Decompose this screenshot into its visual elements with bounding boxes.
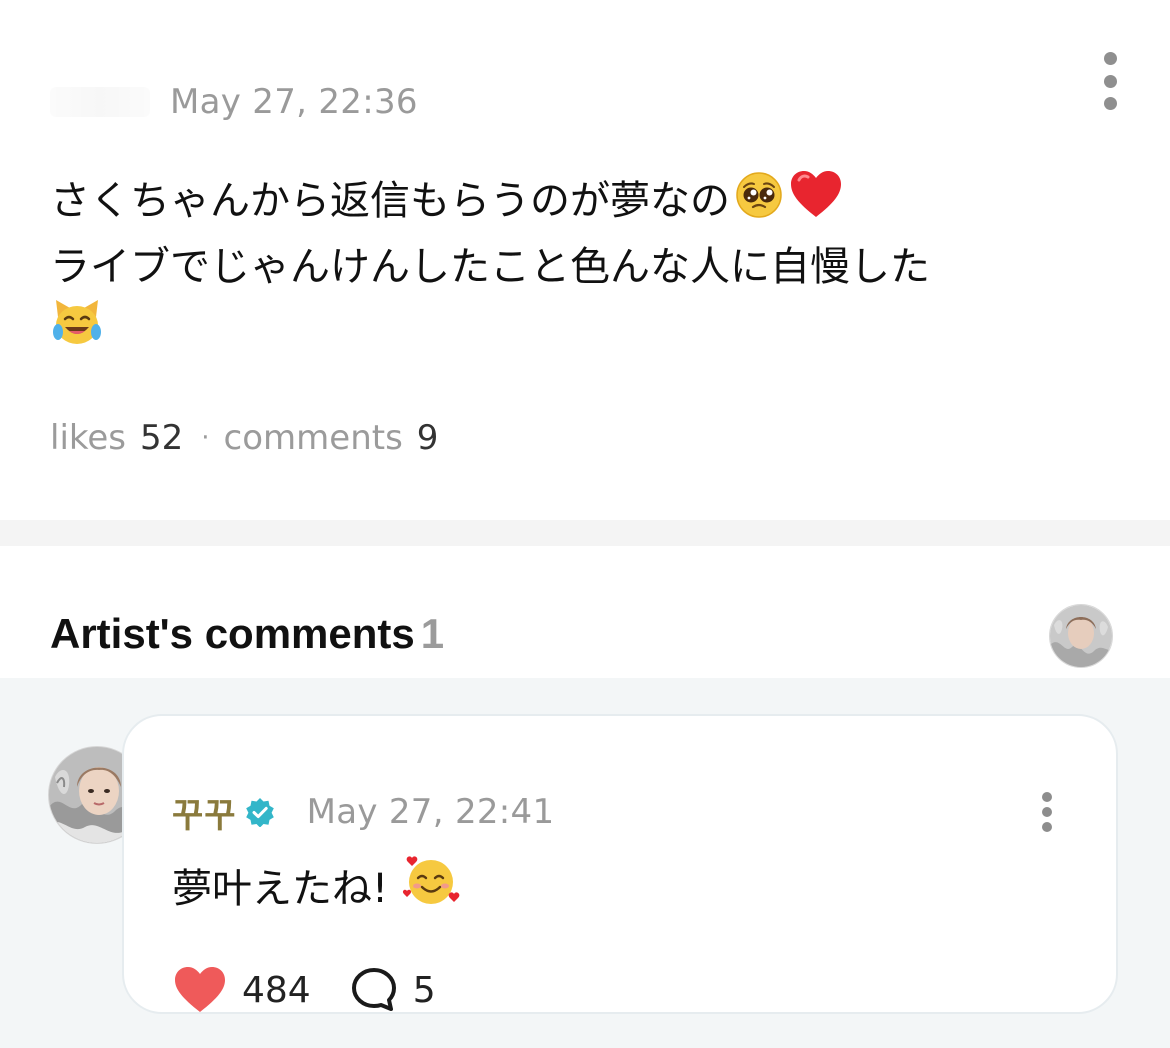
- post-line-1: さくちゃんから返信もらうのが夢なの: [50, 170, 1130, 237]
- dot-icon: [1103, 97, 1117, 110]
- post-detail-screen: May 27, 22:36 さくちゃんから返信もらうのが夢なの ライブでじゃんけ…: [0, 0, 1170, 1048]
- post-line-3: [50, 297, 1130, 364]
- comments-label: comments: [223, 418, 403, 458]
- reply-button[interactable]: 5: [349, 966, 436, 1014]
- dot-icon: [1103, 52, 1117, 65]
- artist-comment-card: 꾸꾸 May 27, 22:41 夢叶えたね! 484 5: [122, 714, 1118, 1014]
- post-date: May 27, 22:36: [170, 82, 418, 122]
- redacted-author-name: [50, 87, 150, 117]
- post-meta: May 27, 22:36: [50, 80, 418, 124]
- stats-separator: ·: [201, 423, 210, 453]
- comment-more-options-button[interactable]: [1032, 792, 1062, 832]
- dot-icon: [1042, 807, 1052, 817]
- comment-author-name[interactable]: 꾸꾸: [172, 788, 237, 837]
- dot-icon: [1103, 74, 1117, 88]
- artist-comment-area: 꾸꾸 May 27, 22:41 夢叶えたね! 484 5: [0, 678, 1170, 1048]
- heart-icon: [175, 967, 225, 1012]
- comments-count[interactable]: 9: [417, 418, 439, 458]
- section-divider: [0, 520, 1170, 546]
- post-section: May 27, 22:36 さくちゃんから返信もらうのが夢なの ライブでじゃんけ…: [0, 0, 1170, 520]
- speech-bubble-icon: [351, 968, 396, 1011]
- cat-tears-of-joy-icon: [50, 297, 104, 364]
- artist-comments-title: Artist's comments 1: [50, 610, 444, 658]
- artist-comments-title-text: Artist's comments: [50, 610, 415, 657]
- dot-icon: [1042, 792, 1052, 802]
- like-button[interactable]: 484: [172, 966, 311, 1014]
- comment-text: 夢叶えたね!: [172, 854, 460, 923]
- reply-count: 5: [412, 969, 436, 1011]
- verified-badge-icon: [245, 797, 275, 827]
- post-more-options-button[interactable]: [1090, 52, 1130, 110]
- pleading-face-icon: [734, 170, 784, 237]
- artist-comments-header: Artist's comments 1: [0, 546, 1170, 678]
- post-stats: likes 52 · comments 9: [50, 414, 438, 462]
- artist-avatar-small[interactable]: [1049, 604, 1113, 668]
- comment-actions: 484 5: [172, 960, 436, 1020]
- artist-comments-count: 1: [420, 610, 445, 657]
- red-heart-icon: [788, 170, 844, 237]
- likes-count[interactable]: 52: [140, 418, 183, 458]
- post-line-2: ライブでじゃんけんしたこと色んな人に自慢した: [50, 237, 1130, 297]
- like-count: 484: [242, 969, 311, 1011]
- comment-date: May 27, 22:41: [306, 792, 555, 832]
- likes-label: likes: [50, 418, 127, 458]
- dot-icon: [1042, 822, 1052, 832]
- post-body: さくちゃんから返信もらうのが夢なの ライブでじゃんけんしたこと色んな人に自慢した: [50, 170, 1130, 364]
- post-text-line-1: さくちゃんから返信もらうのが夢なの: [50, 178, 730, 224]
- comment-text-content: 夢叶えたね!: [172, 865, 389, 912]
- comment-meta: 꾸꾸 May 27, 22:41: [172, 788, 555, 837]
- post-text-line-2: ライブでじゃんけんしたこと色んな人に自慢した: [50, 244, 930, 290]
- smiling-face-with-hearts-icon: [402, 854, 460, 923]
